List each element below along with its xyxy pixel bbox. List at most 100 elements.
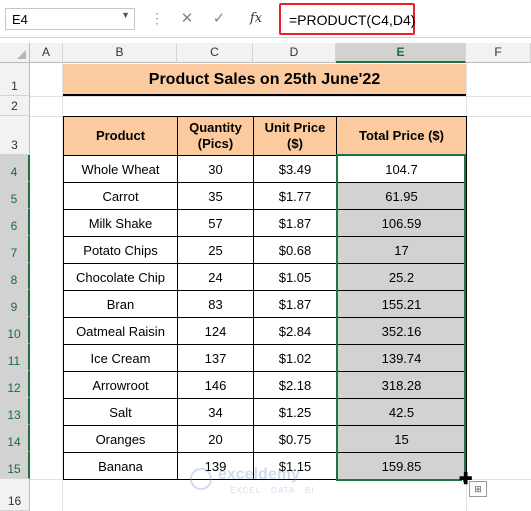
- cell-unit-price[interactable]: $2.84: [253, 317, 337, 345]
- row-header-8[interactable]: 8: [0, 263, 30, 290]
- cell-quantity[interactable]: 83: [177, 290, 254, 318]
- cell-quantity[interactable]: 30: [177, 155, 254, 183]
- row-number: 8: [10, 273, 18, 287]
- cell-total-price[interactable]: 25.2: [336, 263, 467, 291]
- table-row: Oranges 20 $0.75 15: [63, 425, 467, 453]
- sheet-title[interactable]: Product Sales on 25th June'22: [63, 64, 466, 96]
- cell-unit-price[interactable]: $0.75: [253, 425, 337, 453]
- cell-product[interactable]: Chocolate Chip: [63, 263, 178, 291]
- row-header-7[interactable]: 7: [0, 236, 30, 263]
- cell-product[interactable]: Oatmeal Raisin: [63, 317, 178, 345]
- row-header-2[interactable]: 2: [0, 96, 30, 116]
- cell-total-price[interactable]: 318.28: [336, 371, 467, 399]
- cell-unit-price[interactable]: $3.49: [253, 155, 337, 183]
- sales-table: Product Quantity (Pics) Unit Price ($) Tot…: [63, 116, 467, 480]
- cell-product[interactable]: Banana: [63, 452, 178, 480]
- cell-quantity[interactable]: 34: [177, 398, 254, 426]
- cell-product[interactable]: Milk Shake: [63, 209, 178, 237]
- cell-quantity[interactable]: 137: [177, 344, 254, 372]
- exceldemy-logo-icon: [190, 468, 212, 490]
- row-header-4[interactable]: 4: [0, 155, 30, 182]
- row-header-14[interactable]: 14: [0, 425, 30, 452]
- table-row: Salt 34 $1.25 42.5: [63, 398, 467, 426]
- cell-total-price[interactable]: 42.5: [336, 398, 467, 426]
- cell-unit-price[interactable]: $1.02: [253, 344, 337, 372]
- select-all-button[interactable]: [0, 43, 30, 63]
- cell-total-price-active[interactable]: 104.7: [336, 155, 467, 183]
- cell-product[interactable]: Salt: [63, 398, 178, 426]
- cell-product[interactable]: Carrot: [63, 182, 178, 210]
- cell-unit-price[interactable]: $0.68: [253, 236, 337, 264]
- cell-total-price[interactable]: 139.74: [336, 344, 467, 372]
- cell-quantity[interactable]: 146: [177, 371, 254, 399]
- auto-fill-options-icon[interactable]: ⊞: [469, 481, 487, 497]
- table-row: Chocolate Chip 24 $1.05 25.2: [63, 263, 467, 291]
- cell-product[interactable]: Bran: [63, 290, 178, 318]
- enter-icon[interactable]: ✓: [205, 8, 233, 30]
- cell-product[interactable]: Whole Wheat: [63, 155, 178, 183]
- cell-unit-price[interactable]: $1.25: [253, 398, 337, 426]
- row-header-5[interactable]: 5: [0, 182, 30, 209]
- cell-unit-price[interactable]: $1.05: [253, 263, 337, 291]
- table-row: Arrowroot 146 $2.18 318.28: [63, 371, 467, 399]
- cell-unit-price[interactable]: $1.87: [253, 290, 337, 318]
- row-header-9[interactable]: 9: [0, 290, 30, 317]
- row-number: 2: [11, 99, 18, 113]
- row-number: 11: [7, 354, 21, 368]
- cell-quantity[interactable]: 20: [177, 425, 254, 453]
- row-header-13[interactable]: 13: [0, 398, 30, 425]
- gridline: [30, 96, 531, 97]
- header-total-price[interactable]: Total Price ($): [336, 116, 467, 156]
- formula-input[interactable]: =PRODUCT(C4,D4): [279, 3, 415, 35]
- column-header-b[interactable]: B: [63, 43, 177, 63]
- column-header-c[interactable]: C: [177, 43, 253, 63]
- row-header-6[interactable]: 6: [0, 209, 30, 236]
- column-header-a[interactable]: A: [30, 43, 63, 63]
- formula-text: =PRODUCT(C4,D4): [289, 12, 416, 28]
- row-header-15[interactable]: 15: [0, 452, 30, 479]
- cell-total-price[interactable]: 106.59: [336, 209, 467, 237]
- column-header-d[interactable]: D: [253, 43, 336, 63]
- cancel-icon[interactable]: ✕: [173, 8, 201, 30]
- cell-product[interactable]: Arrowroot: [63, 371, 178, 399]
- cell-total-price[interactable]: 15: [336, 425, 467, 453]
- header-product[interactable]: Product: [63, 116, 178, 156]
- cell-quantity[interactable]: 24: [177, 263, 254, 291]
- name-box[interactable]: E4 ▼: [5, 8, 135, 30]
- row-number: 1: [11, 79, 18, 93]
- formula-bar: E4 ▼ ⋮ ✕ ✓ fx =PRODUCT(C4,D4): [0, 0, 531, 38]
- header-unit-price-line2: ($): [287, 136, 303, 151]
- cell-unit-price[interactable]: $2.18: [253, 371, 337, 399]
- cell-total-price[interactable]: 155.21: [336, 290, 467, 318]
- cell-quantity[interactable]: 124: [177, 317, 254, 345]
- cell-total-price[interactable]: 61.95: [336, 182, 467, 210]
- cell-quantity[interactable]: 57: [177, 209, 254, 237]
- chevron-down-icon[interactable]: ▼: [121, 10, 130, 20]
- column-header-f[interactable]: F: [466, 43, 531, 63]
- cell-unit-price[interactable]: $1.87: [253, 209, 337, 237]
- column-header-e[interactable]: E: [336, 43, 466, 63]
- row-number: 14: [7, 435, 21, 449]
- row-header-11[interactable]: 11: [0, 344, 30, 371]
- row-header-3[interactable]: 3: [0, 116, 30, 155]
- table-row: Oatmeal Raisin 124 $2.84 352.16: [63, 317, 467, 345]
- cell-total-price[interactable]: 352.16: [336, 317, 467, 345]
- row-header-12[interactable]: 12: [0, 371, 30, 398]
- formula-bar-grip-icon[interactable]: ⋮: [150, 10, 164, 27]
- header-unit-price[interactable]: Unit Price ($): [253, 116, 337, 156]
- cell-unit-price[interactable]: $1.77: [253, 182, 337, 210]
- header-quantity[interactable]: Quantity (Pics): [177, 116, 254, 156]
- header-quantity-line2: (Pics): [197, 136, 234, 151]
- cell-quantity[interactable]: 25: [177, 236, 254, 264]
- row-header-10[interactable]: 10: [0, 317, 30, 344]
- cell-product[interactable]: Oranges: [63, 425, 178, 453]
- cell-product[interactable]: Potato Chips: [63, 236, 178, 264]
- row-number: 3: [11, 138, 18, 152]
- cell-quantity[interactable]: 35: [177, 182, 254, 210]
- row-number: 12: [7, 381, 21, 395]
- cell-total-price[interactable]: 17: [336, 236, 467, 264]
- cell-product[interactable]: Ice Cream: [63, 344, 178, 372]
- insert-function-icon[interactable]: fx: [242, 8, 270, 30]
- row-header-16[interactable]: 16: [0, 479, 30, 511]
- row-header-1[interactable]: 1: [0, 63, 30, 96]
